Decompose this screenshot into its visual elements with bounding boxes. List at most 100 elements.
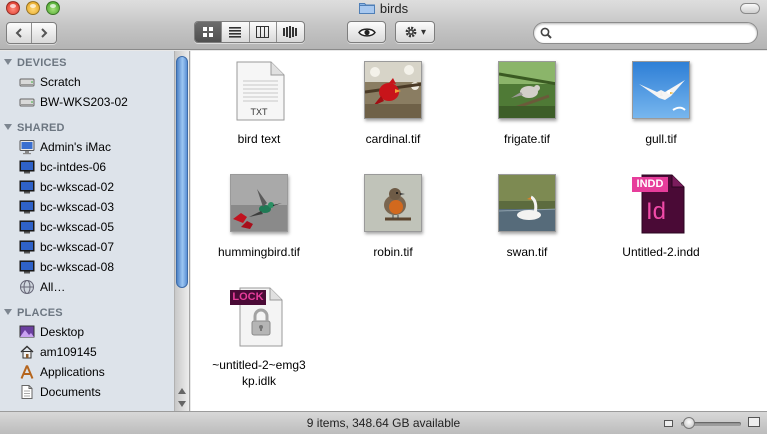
chevron-left-icon (15, 28, 22, 38)
text-document-icon: TXT (230, 61, 288, 121)
sidebar-item-scratch[interactable]: Scratch (19, 72, 174, 92)
file-name: robin.tif (373, 245, 413, 259)
cover-flow-view-button[interactable] (277, 22, 304, 42)
eye-icon (357, 27, 376, 37)
search-input[interactable] (556, 25, 751, 41)
sidebar-section-shared[interactable]: SHARED (4, 122, 65, 134)
file-item-gull[interactable]: gull.tif (594, 61, 728, 147)
swan-photo-thumbnail (498, 174, 556, 232)
sidebar-item-bc-wkscad-07[interactable]: bc-wkscad-07 (19, 237, 174, 257)
lock-file-icon: LOCK (230, 287, 288, 347)
back-forward-control (6, 22, 57, 44)
scroll-up-arrow-icon[interactable] (178, 388, 186, 394)
action-menu-button[interactable]: ▾ (395, 21, 435, 43)
monitor-icon (19, 240, 35, 254)
window-toolbar: birds ▾ (0, 0, 767, 50)
sidebar-item-bc-wkscad-08[interactable]: bc-wkscad-08 (19, 257, 174, 277)
column-view-button[interactable] (250, 22, 277, 42)
sidebar-item-applications[interactable]: Applications (19, 362, 174, 382)
monitor-icon (19, 200, 35, 214)
file-name: Untitled-2.indd (622, 245, 700, 259)
file-name: swan.tif (506, 245, 548, 259)
sidebar-item-bc-wkscad-02[interactable]: bc-wkscad-02 (19, 177, 174, 197)
disclosure-triangle-icon (4, 124, 12, 130)
file-item-cardinal[interactable]: cardinal.tif (326, 61, 460, 147)
file-item-robin[interactable]: robin.tif (326, 174, 460, 260)
applications-icon (20, 365, 34, 379)
sidebar-item-admins-imac[interactable]: Admin's iMac (19, 137, 174, 157)
chevron-right-icon (41, 28, 48, 38)
toolbar-toggle-button[interactable] (740, 3, 760, 14)
search-field[interactable] (533, 22, 758, 44)
sidebar-scrollbar[interactable] (174, 51, 189, 411)
disclosure-triangle-icon (4, 309, 12, 315)
status-bar: 9 items, 348.64 GB available (0, 411, 767, 434)
window-title: birds (379, 1, 409, 16)
desktop-icon (19, 325, 35, 338)
monitor-icon (19, 180, 35, 194)
sidebar-item-documents[interactable]: Documents (19, 382, 174, 402)
file-name: gull.tif (645, 132, 677, 146)
small-icons-icon (664, 420, 673, 427)
scroll-down-arrow-icon[interactable] (178, 401, 186, 407)
quick-look-button[interactable] (347, 21, 386, 43)
documents-icon (21, 385, 33, 399)
cardinal-photo-thumbnail (364, 61, 422, 119)
back-button[interactable] (7, 23, 32, 43)
list-view-button[interactable] (222, 22, 250, 42)
file-item-swan[interactable]: swan.tif (460, 174, 594, 260)
view-mode-control (194, 21, 305, 43)
status-text: 9 items, 348.64 GB available (306, 416, 461, 430)
sidebar-item-all[interactable]: All… (19, 277, 174, 297)
sidebar-item-bc-wkscad-03[interactable]: bc-wkscad-03 (19, 197, 174, 217)
file-name: frigate.tif (503, 132, 551, 146)
sidebar-scroll-thumb[interactable] (176, 56, 188, 288)
gull-photo-thumbnail (632, 61, 690, 119)
monitor-icon (19, 160, 35, 174)
large-icons-icon (748, 417, 760, 427)
file-item-bird-text[interactable]: TXT bird text (192, 61, 326, 147)
file-item-hummingbird[interactable]: hummingbird.tif (192, 174, 326, 260)
frigate-photo-thumbnail (498, 61, 556, 119)
robin-photo-thumbnail (364, 174, 422, 232)
cover-flow-icon (283, 26, 298, 38)
sidebar-item-am109145[interactable]: am109145 (19, 342, 174, 362)
forward-button[interactable] (32, 23, 56, 43)
harddrive-icon (19, 98, 35, 107)
sidebar-item-desktop[interactable]: Desktop (19, 322, 174, 342)
dropdown-arrow-icon: ▾ (420, 26, 427, 38)
hummingbird-photo-thumbnail (230, 174, 288, 232)
file-name: cardinal.tif (365, 132, 421, 146)
folder-icon (358, 2, 375, 14)
icon-view-button[interactable] (195, 22, 223, 42)
file-name: ~untitled-2~emg3 kp.idlk (212, 358, 306, 388)
column-view-icon (256, 26, 270, 38)
file-name: bird text (237, 132, 281, 146)
network-globe-icon (20, 280, 34, 294)
disclosure-triangle-icon (4, 59, 12, 65)
sidebar: DEVICES Scratch BW-WKS203-02 SHARED Admi… (0, 51, 190, 411)
sidebar-item-bw-wks203-02[interactable]: BW-WKS203-02 (19, 92, 174, 112)
imac-icon (19, 140, 35, 155)
monitor-icon (19, 220, 35, 234)
sidebar-section-devices[interactable]: DEVICES (4, 57, 67, 69)
file-item-untitled-2-lock[interactable]: LOCK ~untitled-2~emg3 kp.idlk (192, 287, 326, 389)
gear-icon (405, 26, 417, 38)
file-type-badge: TXT (250, 107, 268, 117)
file-item-frigate[interactable]: frigate.tif (460, 61, 594, 147)
sidebar-item-bc-wkscad-05[interactable]: bc-wkscad-05 (19, 217, 174, 237)
sidebar-section-places[interactable]: PLACES (4, 307, 63, 319)
icon-view-icon (203, 27, 214, 37)
search-icon (540, 27, 552, 39)
harddrive-icon (19, 78, 35, 87)
file-name: hummingbird.tif (217, 245, 301, 259)
indesign-document-icon: INDD Id (632, 174, 690, 234)
indesign-glyph: Id (646, 198, 667, 225)
sidebar-item-bc-intdes-06[interactable]: bc-intdes-06 (19, 157, 174, 177)
list-view-icon (229, 27, 242, 38)
file-icon-view: TXT bird text cardinal.tif frigate.tif g… (191, 51, 767, 411)
file-item-untitled-2-indd[interactable]: INDD Id Untitled-2.indd (594, 174, 728, 260)
file-type-badge: LOCK (232, 291, 264, 303)
window-title-bar: birds (0, 1, 767, 16)
file-type-badge: INDD (636, 178, 664, 190)
